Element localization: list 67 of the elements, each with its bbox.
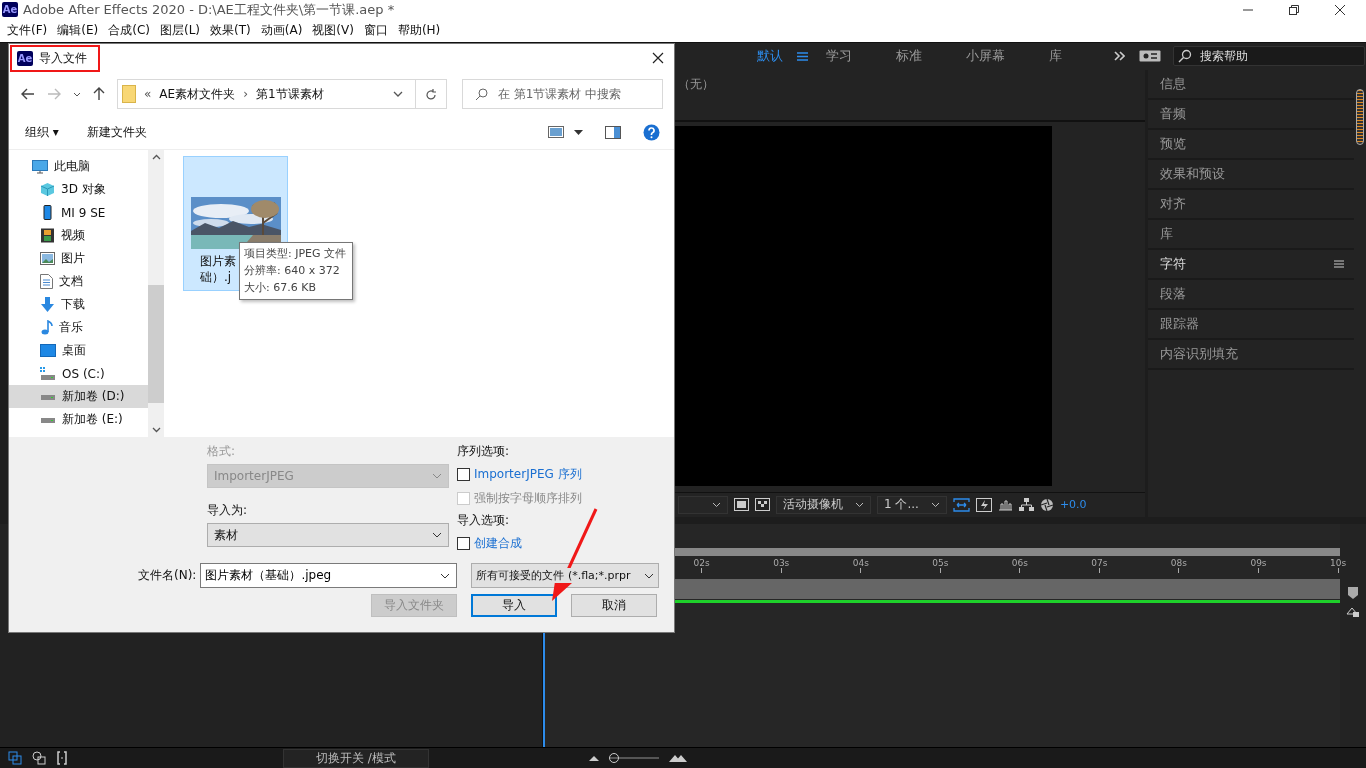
time-tick-label: 09s (1250, 557, 1267, 568)
breadcrumb-item[interactable]: 第1节课素材 (255, 85, 324, 103)
search-field[interactable]: 搜索帮助 (1198, 48, 1364, 65)
nav-tree-item[interactable]: 3D 对象 (9, 178, 148, 201)
checkbox-label[interactable]: 创建合成 (474, 534, 522, 552)
dialog-button[interactable]: 取消 (571, 594, 657, 617)
import-as-label: 导入为: (207, 502, 249, 519)
new-folder-button[interactable]: 新建文件夹 (86, 123, 147, 141)
nav-tree-item[interactable]: 视频 (9, 224, 148, 247)
workspace-tab[interactable]: 标准 (896, 47, 922, 66)
dialog-logo: Ae (17, 50, 33, 66)
nav-tree-item[interactable]: 新加卷 (D:) (9, 385, 148, 408)
dialog-title: 导入文件 (39, 49, 87, 67)
filename-label: 文件名(N): (138, 567, 197, 584)
nav-tree-item[interactable]: OS (C:) (9, 362, 148, 385)
nav-tree-item[interactable]: 此电脑 (9, 155, 148, 178)
nav-tree-item[interactable]: 音乐 (9, 316, 148, 339)
nav-tree-item[interactable]: 新加卷 (E:) (9, 408, 148, 431)
menu-item[interactable]: 视图(V) (307, 22, 359, 40)
time-tick-label: 05s (932, 557, 949, 568)
menu-item[interactable]: 图层(L) (154, 22, 206, 40)
breadcrumb-separator[interactable]: « (144, 87, 152, 101)
import-options-label: 导入选项: (457, 512, 511, 529)
menu-item[interactable]: 文件(F) (2, 22, 53, 40)
workspace-tab[interactable]: 库 (1049, 47, 1062, 66)
camera-dropdown[interactable]: 活动摄像机 (776, 495, 871, 514)
breadcrumb-separator[interactable]: › (243, 87, 248, 101)
nav-tree-item[interactable]: 图片 (9, 247, 148, 270)
search-box[interactable]: 搜索帮助 (1173, 46, 1365, 67)
time-tick-label: 06s (1011, 557, 1028, 568)
workspace-tab[interactable]: 小屏幕 (966, 47, 1005, 66)
exposure-value[interactable]: +0.0 (1059, 498, 1087, 512)
window-title: Adobe After Effects 2020 - D:\AE工程文件夹\第一节课.aep * (23, 0, 395, 19)
import-as-dropdown[interactable]: 素材 (207, 523, 449, 547)
format-label: 格式: (207, 443, 237, 460)
time-tick-label: 10s (1329, 557, 1347, 568)
menu-item[interactable]: 窗口 (358, 22, 393, 40)
menu-item[interactable]: 编辑(E) (52, 22, 104, 40)
nav-tree-item[interactable]: MI 9 SE (9, 201, 148, 224)
menu-item[interactable]: 动画(A) (255, 22, 308, 40)
workspace-tab[interactable]: 默认 (757, 47, 783, 66)
app-logo: Ae (2, 2, 18, 18)
organize-menu[interactable]: 组织 ▾ (25, 123, 59, 141)
file-type-dropdown[interactable]: 所有可接受的文件 (*.fla;*.prpr (471, 563, 660, 588)
workspace-tab[interactable]: 学习 (826, 47, 852, 66)
nav-tree-item[interactable]: 下载 (9, 293, 148, 316)
file-tooltip: 项目类型: JPEG 文件 分辨率: 640 x 372 大小: 67.6 KB (239, 242, 354, 300)
composition-name: （无） (678, 76, 714, 91)
menu-item[interactable]: 帮助(H) (392, 22, 446, 40)
breadcrumb-item[interactable]: AE素材文件夹 (159, 85, 236, 103)
menu-item[interactable]: 合成(C) (103, 22, 155, 40)
address-bar[interactable]: « AE素材文件夹 › 第1节课素材 (117, 79, 447, 109)
views-dropdown[interactable]: 1 个... (877, 495, 947, 514)
nav-tree-item[interactable]: 桌面 (9, 339, 148, 362)
nav-tree-item[interactable]: 文档 (9, 270, 148, 293)
toggle-modes-button[interactable]: 切换开关 /模式 (283, 748, 429, 768)
time-tick-label: 02s (693, 557, 710, 568)
menu-item[interactable]: 效果(T) (205, 22, 256, 40)
time-tick-label: 03s (773, 557, 790, 568)
time-tick-label: 07s (1091, 557, 1108, 568)
file-name: 图片素 础）.j (199, 253, 236, 285)
time-tick-label: 08s (1170, 557, 1187, 568)
time-tick-label: 04s (852, 557, 869, 568)
dialog-button[interactable]: 导入 (471, 594, 557, 617)
checkbox-label[interactable]: ImporterJPEG 序列 (474, 465, 582, 483)
filename-combo-box[interactable]: 图片素材（基础）.jpeg (200, 563, 458, 588)
sequence-options-label: 序列选项: (457, 443, 511, 460)
